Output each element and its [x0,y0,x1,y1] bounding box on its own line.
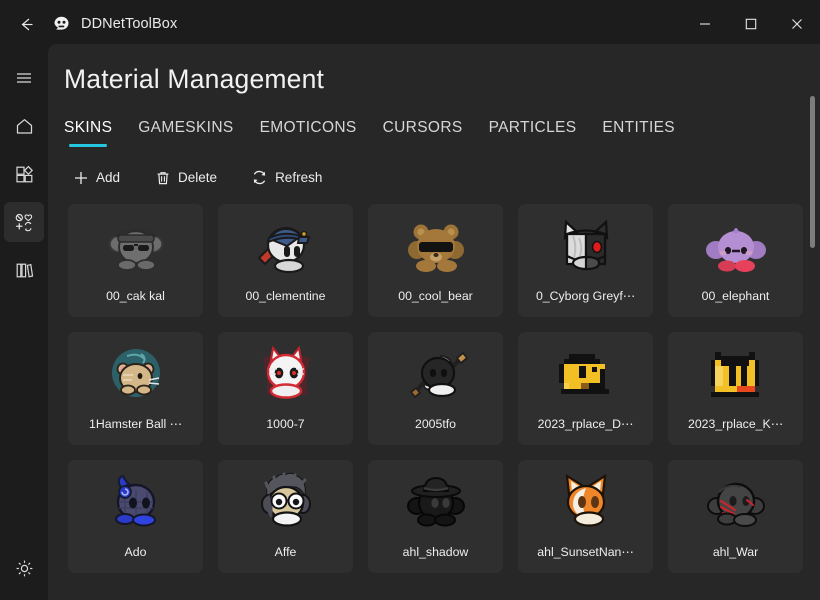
material-thumbnail [68,332,203,417]
material-card-label: ahl_shadow [402,545,469,559]
material-card[interactable]: 0_Cyborg Greyf⋯ [518,204,653,317]
material-thumbnail [368,460,503,545]
material-card-label: ahl_War [712,545,759,559]
material-card[interactable]: 2005tfo [368,332,503,445]
material-management-icon [15,213,33,232]
content-pane: Material Management SKINS GAMESKINS EMOT… [48,44,820,600]
material-thumbnail [668,332,803,417]
material-thumbnail [518,460,653,545]
tab-gameskins[interactable]: GAMESKINS [138,116,233,149]
material-thumbnail [368,204,503,289]
library-books-icon [16,263,33,278]
plus-icon [72,169,89,186]
refresh-button-label: Refresh [275,170,323,185]
material-thumbnail [518,332,653,417]
material-card[interactable]: Affe [218,460,353,573]
material-card-label: 00_elephant [701,289,770,303]
material-grid-container: 00_cak kal 00_clementine 00_cool_bear 0_… [56,200,812,600]
material-grid: 00_cak kal 00_clementine 00_cool_bear 0_… [56,200,812,573]
page-title: Material Management [64,64,325,94]
material-card[interactable]: ahl_War [668,460,803,573]
material-card-label: 1Hamster Ball ⋯ [89,417,182,431]
material-card-label: Ado [124,545,147,559]
refresh-button[interactable]: Refresh [241,164,332,191]
material-card[interactable]: 00_cool_bear [368,204,503,317]
minimize-button[interactable] [682,0,728,48]
delete-button-label: Delete [178,170,218,185]
material-card[interactable]: 00_elephant [668,204,803,317]
scrollbar-thumb[interactable] [810,96,815,248]
toolbar: Add Delete Refresh [62,164,346,191]
material-card[interactable]: 2023_rplace_D⋯ [518,332,653,445]
material-thumbnail [368,332,503,417]
tab-bar: SKINS GAMESKINS EMOTICONS CURSORS PARTIC… [64,116,701,149]
material-card-label: 2023_rplace_D⋯ [537,417,634,431]
material-thumbnail [68,204,203,289]
material-card[interactable]: 1Hamster Ball ⋯ [68,332,203,445]
material-card[interactable]: 2023_rplace_K⋯ [668,332,803,445]
material-card[interactable]: 1000-7 [218,332,353,445]
material-card[interactable]: 00_cak kal [68,204,203,317]
material-card[interactable]: 00_clementine [218,204,353,317]
grid-widgets-icon [15,165,33,182]
tab-particles[interactable]: PARTICLES [489,116,577,149]
material-card[interactable]: ahl_shadow [368,460,503,573]
delete-button[interactable]: Delete [144,164,227,191]
sidebar-item-material[interactable] [4,202,44,242]
maximize-icon [745,18,757,30]
material-card-label: 2023_rplace_K⋯ [687,417,784,431]
material-thumbnail [68,460,203,545]
tab-emoticons[interactable]: EMOTICONS [260,116,357,149]
app-window: DDNetToolBox Material Management SKINS G… [0,0,820,600]
hamburger-menu-icon [17,73,31,83]
material-card-label: 2005tfo [414,417,457,431]
material-thumbnail [668,204,803,289]
close-button[interactable] [774,0,820,48]
trash-icon [154,169,171,186]
minimize-icon [700,23,710,25]
material-card[interactable]: ahl_SunsetNan⋯ [518,460,653,573]
home-icon [16,118,32,134]
sidebar-item-home[interactable] [4,106,44,146]
title-bar: DDNetToolBox [0,0,820,48]
material-card-label: Affe [274,545,297,559]
tab-entities[interactable]: ENTITIES [602,116,675,149]
material-thumbnail [218,332,353,417]
window-controls [682,0,820,48]
sidebar-item-library[interactable] [4,250,44,290]
material-card[interactable]: Ado [68,460,203,573]
material-card-label: 00_clementine [245,289,326,303]
material-thumbnail [518,204,653,289]
app-logo-icon [50,13,72,35]
gear-icon [16,560,32,576]
material-thumbnail [218,204,353,289]
close-icon [792,19,802,29]
material-card-label: ahl_SunsetNan⋯ [537,545,634,559]
add-button-label: Add [96,170,121,185]
sidebar [0,48,48,600]
material-card-label: 00_cak kal [106,289,165,303]
material-card-label: 00_cool_bear [398,289,473,303]
add-button[interactable]: Add [62,164,130,191]
back-arrow-icon [21,18,32,30]
sidebar-item-menu[interactable] [4,58,44,98]
back-button[interactable] [6,8,46,40]
sidebar-item-settings[interactable] [4,548,44,588]
app-title: DDNetToolBox [81,16,178,32]
sidebar-item-packages[interactable] [4,154,44,194]
material-thumbnail [218,460,353,545]
material-thumbnail [668,460,803,545]
refresh-icon [251,169,268,186]
material-card-label: 1000-7 [266,417,305,431]
material-card-label: 0_Cyborg Greyf⋯ [535,289,636,303]
tab-cursors[interactable]: CURSORS [383,116,463,149]
maximize-button[interactable] [728,0,774,48]
tab-skins[interactable]: SKINS [64,116,112,149]
